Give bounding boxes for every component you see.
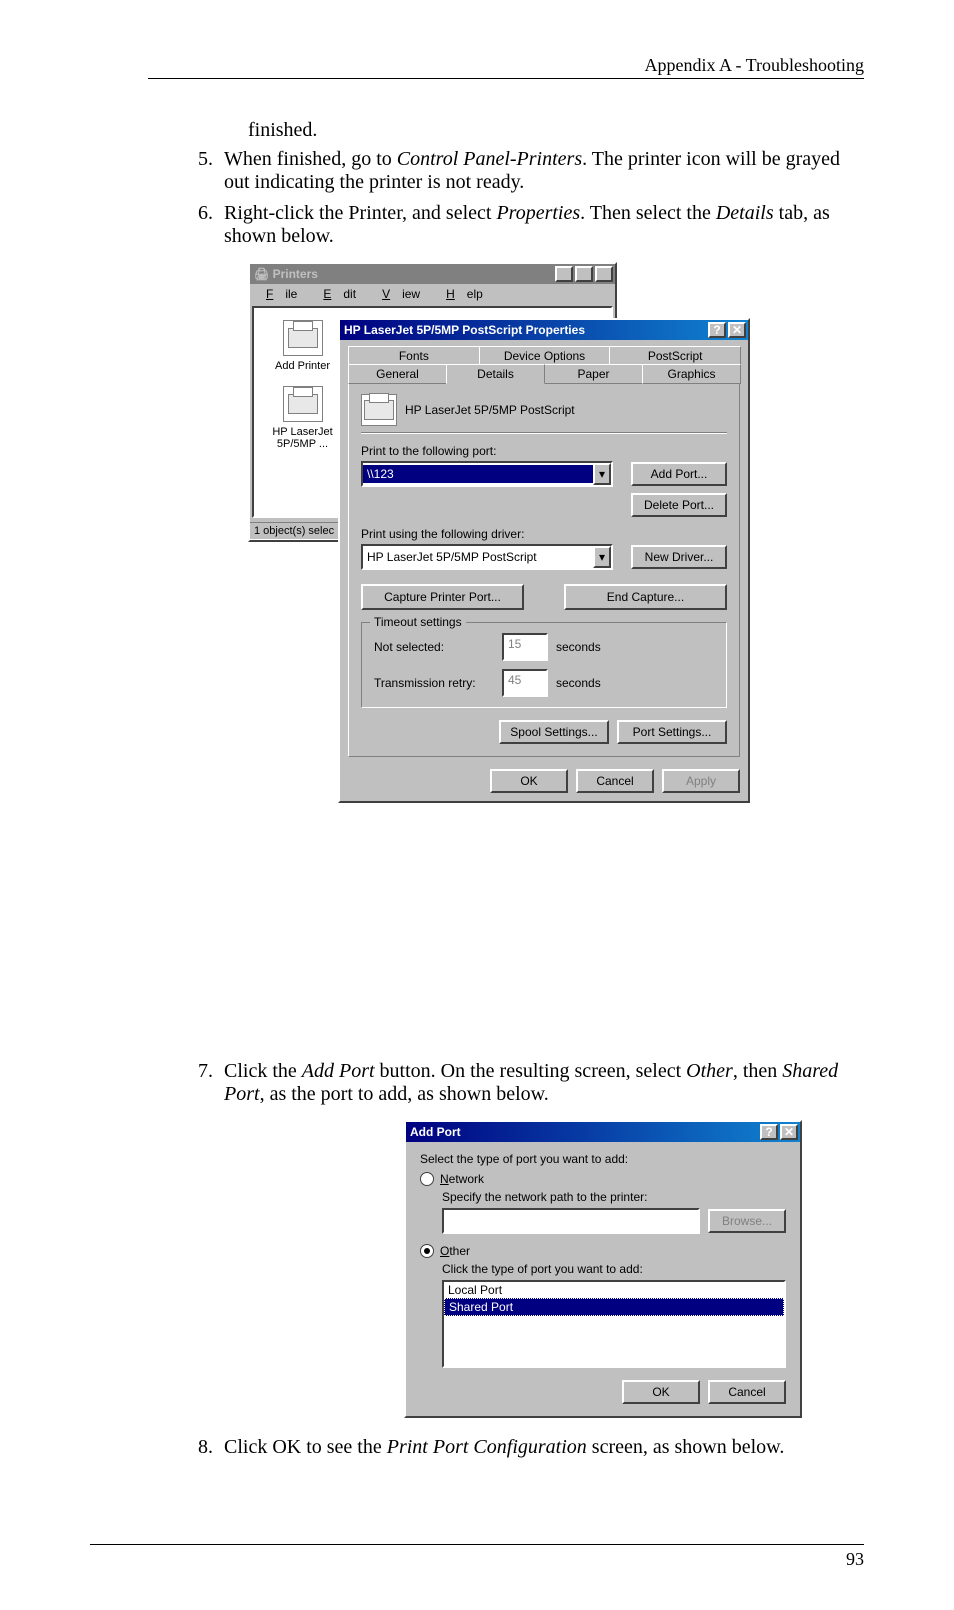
- continued-text: finished.: [248, 119, 864, 142]
- details-panel: HP LaserJet 5P/5MP PostScript Print to t…: [348, 383, 740, 757]
- menu-help[interactable]: Help: [434, 286, 495, 302]
- printers-titlebar[interactable]: 🖨 Printers _ ▢ ✕: [250, 264, 615, 284]
- menu-file[interactable]: File: [254, 286, 309, 302]
- add-port-title: Add Port: [410, 1125, 461, 1139]
- retry-field[interactable]: 45: [502, 669, 548, 697]
- not-selected-field[interactable]: 15: [502, 633, 548, 661]
- step-5: When finished, go to Control Panel-Print…: [218, 148, 864, 194]
- add-port-intro: Select the type of port you want to add:: [420, 1152, 786, 1166]
- page-header: Appendix A - Troubleshooting: [148, 55, 864, 79]
- add-port-titlebar[interactable]: Add Port ? ✕: [406, 1122, 800, 1142]
- port-type-list[interactable]: Local Port Shared Port: [442, 1280, 786, 1368]
- printer-label: HP LaserJet 5P/5MP ...: [260, 426, 345, 450]
- figure-printers-properties: 🖨 Printers _ ▢ ✕ File Edit View Help: [248, 262, 748, 1042]
- menu-bar[interactable]: File Edit View Help: [250, 284, 615, 304]
- cancel-button[interactable]: Cancel: [576, 769, 654, 793]
- add-printer-icon[interactable]: [283, 320, 323, 356]
- radio-network[interactable]: Network: [420, 1172, 786, 1186]
- other-hint: Click the type of port you want to add:: [442, 1262, 786, 1276]
- maximize-button[interactable]: ▢: [575, 266, 593, 282]
- seconds-label: seconds: [556, 676, 601, 690]
- add-port-button[interactable]: Add Port...: [631, 462, 727, 486]
- port-combo[interactable]: \\123 ▾: [361, 461, 613, 487]
- tab-device[interactable]: Device Options: [479, 346, 611, 366]
- menu-edit[interactable]: Edit: [311, 286, 368, 302]
- add-printer-label: Add Printer: [275, 360, 330, 372]
- driver-label: Print using the following driver:: [361, 527, 727, 541]
- page-number: 93: [90, 1544, 864, 1570]
- capture-port-button[interactable]: Capture Printer Port...: [361, 584, 524, 610]
- driver-value: HP LaserJet 5P/5MP PostScript: [363, 548, 593, 566]
- close-button[interactable]: ✕: [728, 322, 746, 338]
- retry-label: Transmission retry:: [374, 676, 494, 690]
- tab-graphics[interactable]: Graphics: [642, 364, 741, 384]
- radio-icon: [420, 1244, 434, 1258]
- close-button[interactable]: ✕: [780, 1124, 798, 1140]
- new-driver-button[interactable]: New Driver...: [631, 545, 727, 569]
- minimize-button[interactable]: _: [555, 266, 573, 282]
- device-icon: [361, 394, 397, 426]
- port-label: Print to the following port:: [361, 444, 727, 458]
- properties-dialog: HP LaserJet 5P/5MP PostScript Properties…: [338, 318, 750, 803]
- menu-view[interactable]: View: [370, 286, 432, 302]
- printers-icon: 🖨: [254, 267, 269, 281]
- properties-titlebar[interactable]: HP LaserJet 5P/5MP PostScript Properties…: [340, 320, 748, 340]
- close-button[interactable]: ✕: [595, 266, 613, 282]
- tab-paper[interactable]: Paper: [544, 364, 643, 384]
- dropdown-icon[interactable]: ▾: [593, 463, 611, 485]
- radio-icon: [420, 1172, 434, 1186]
- not-selected-label: Not selected:: [374, 640, 494, 654]
- timeout-legend: Timeout settings: [370, 615, 466, 629]
- step-8: Click OK to see the Print Port Configura…: [218, 1436, 864, 1459]
- port-settings-button[interactable]: Port Settings...: [617, 720, 727, 744]
- delete-port-button[interactable]: Delete Port...: [631, 493, 727, 517]
- help-button[interactable]: ?: [708, 322, 726, 338]
- tab-strip: Fonts Device Options PostScript General …: [348, 346, 740, 384]
- properties-title: HP LaserJet 5P/5MP PostScript Properties: [344, 323, 585, 337]
- end-capture-button[interactable]: End Capture...: [564, 584, 727, 610]
- printer-icon[interactable]: [283, 386, 323, 422]
- port-value: \\123: [363, 465, 593, 483]
- add-port-dialog: Add Port ? ✕ Select the type of port you…: [404, 1120, 802, 1418]
- spool-settings-button[interactable]: Spool Settings...: [499, 720, 609, 744]
- seconds-label: seconds: [556, 640, 601, 654]
- device-name: HP LaserJet 5P/5MP PostScript: [405, 403, 575, 417]
- printers-title: Printers: [273, 267, 318, 281]
- tab-fonts[interactable]: Fonts: [348, 346, 480, 366]
- ok-button[interactable]: OK: [490, 769, 568, 793]
- tab-details[interactable]: Details: [446, 364, 545, 384]
- dropdown-icon[interactable]: ▾: [593, 546, 611, 568]
- list-item[interactable]: Local Port: [444, 1282, 784, 1298]
- apply-button[interactable]: Apply: [662, 769, 740, 793]
- browse-button[interactable]: Browse...: [708, 1209, 786, 1233]
- tab-general[interactable]: General: [348, 364, 447, 384]
- timeout-group: Timeout settings Not selected: 15 second…: [361, 622, 727, 708]
- help-button[interactable]: ?: [760, 1124, 778, 1140]
- step-7: Click the Add Port button. On the result…: [218, 1060, 864, 1106]
- radio-other[interactable]: Other: [420, 1244, 786, 1258]
- tab-postscript[interactable]: PostScript: [609, 346, 741, 366]
- driver-combo[interactable]: HP LaserJet 5P/5MP PostScript ▾: [361, 544, 613, 570]
- list-item-selected[interactable]: Shared Port: [444, 1298, 784, 1316]
- cancel-button[interactable]: Cancel: [708, 1380, 786, 1404]
- network-hint: Specify the network path to the printer:: [442, 1190, 786, 1204]
- ok-button[interactable]: OK: [622, 1380, 700, 1404]
- network-path-field[interactable]: [442, 1208, 700, 1234]
- step-6: Right-click the Printer, and select Prop…: [218, 202, 864, 248]
